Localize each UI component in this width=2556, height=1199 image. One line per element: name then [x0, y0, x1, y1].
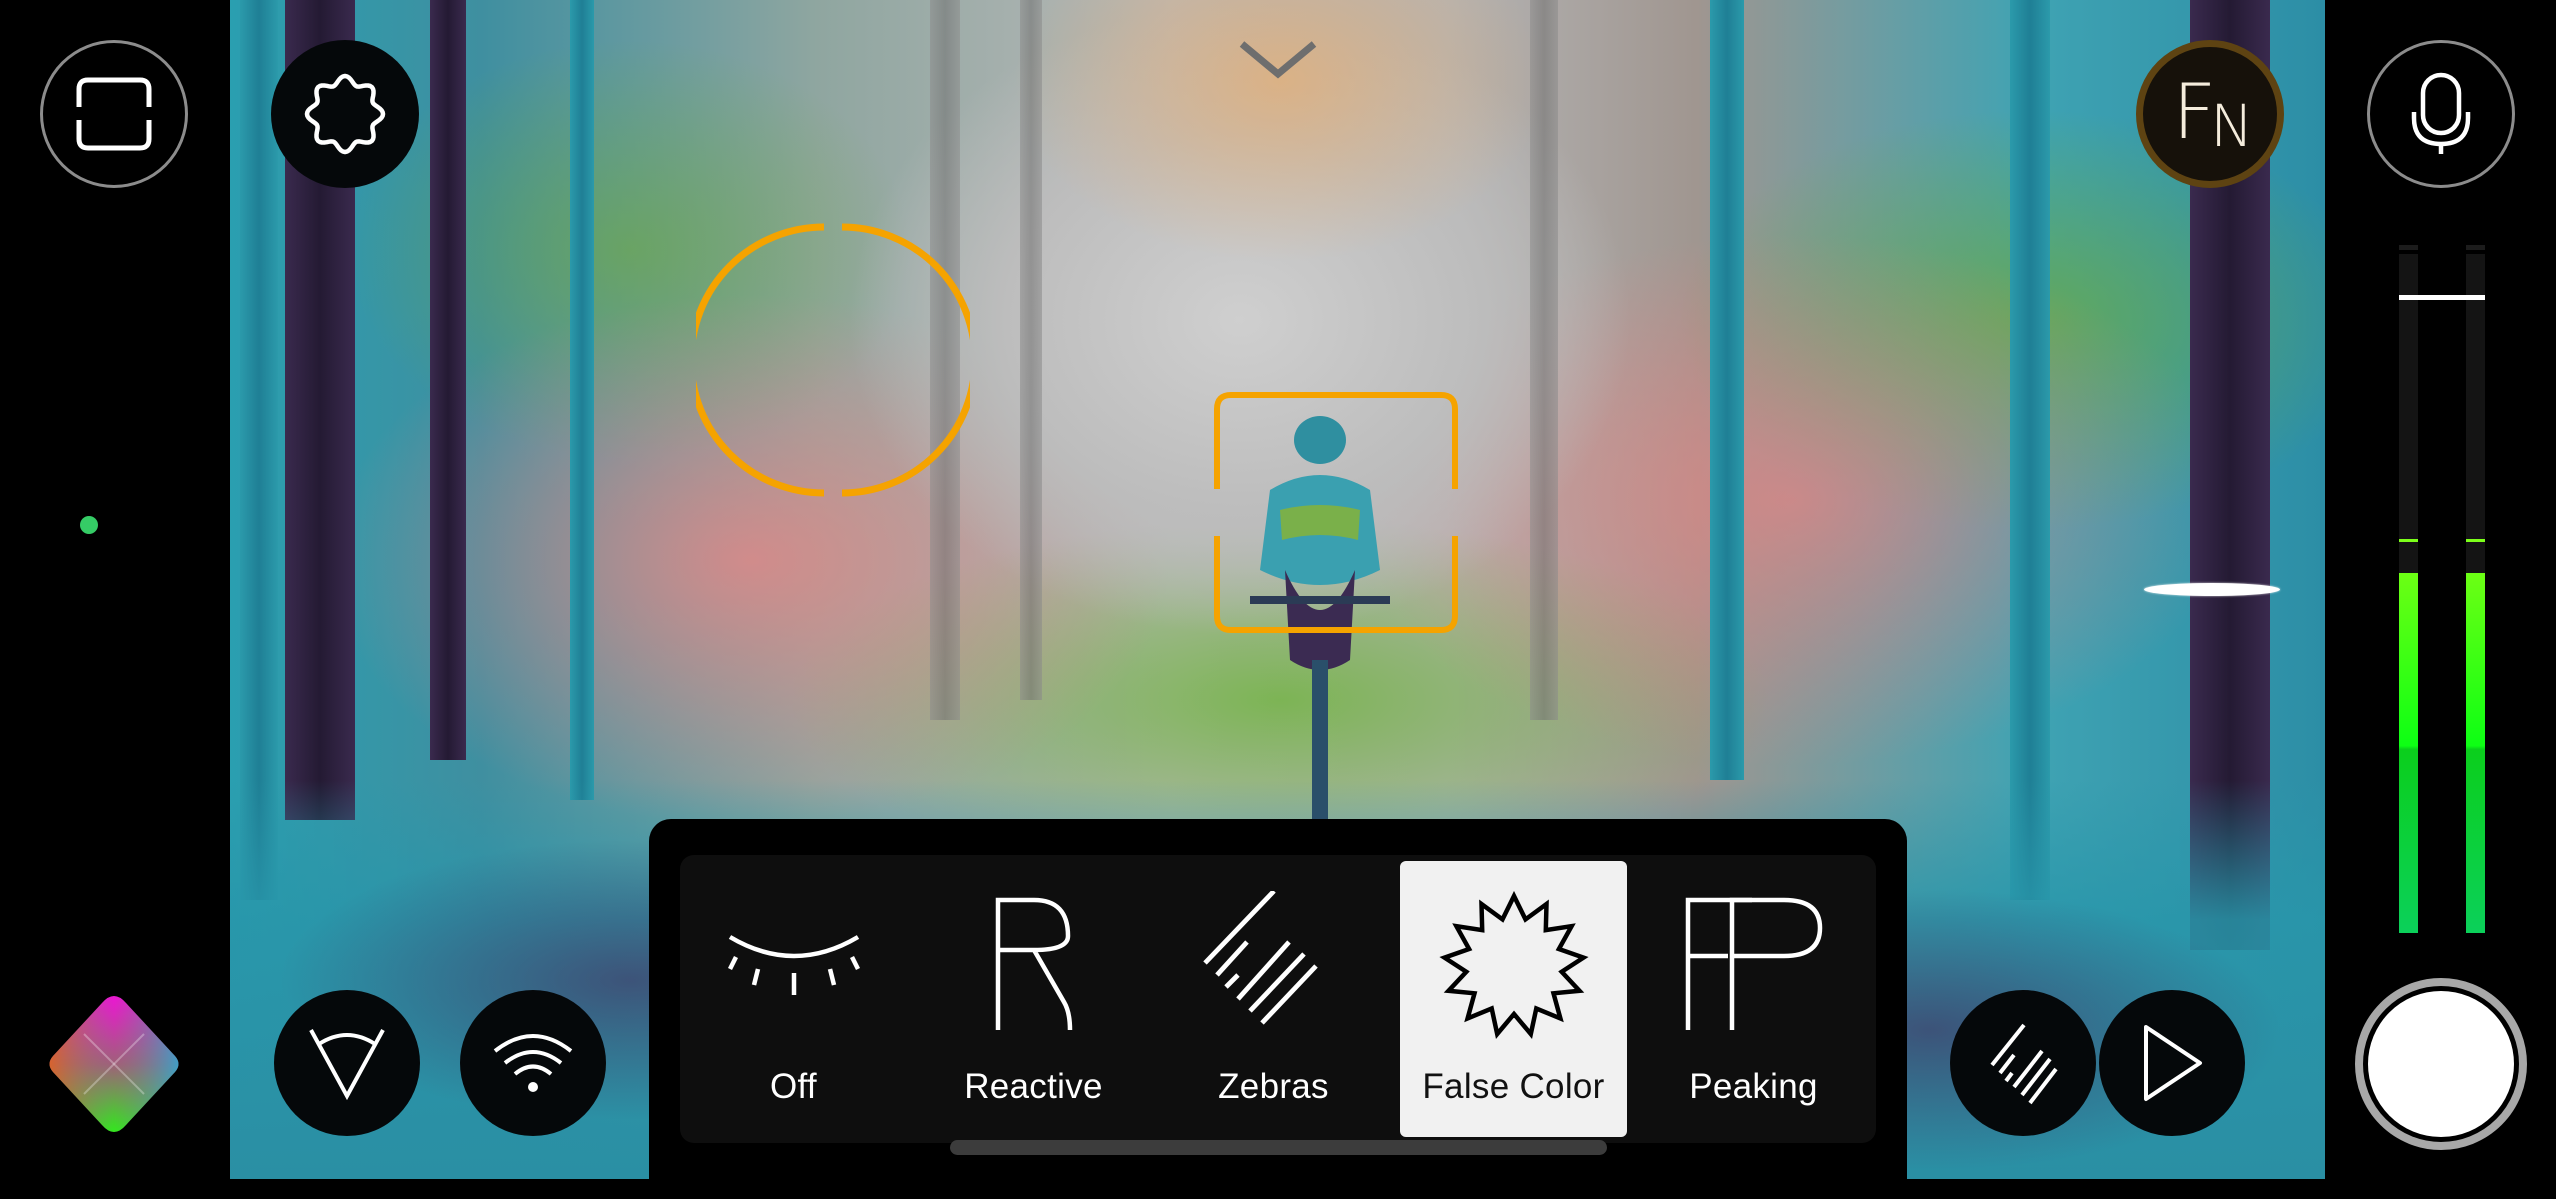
letters-fp-icon — [1685, 897, 1822, 1030]
audio-meter-right — [2466, 240, 2485, 933]
horizon-level-indicator — [2144, 583, 2280, 596]
tool-label: Off — [770, 1067, 817, 1106]
meter-peak — [2466, 539, 2485, 543]
tree-trunk — [1530, 0, 1558, 720]
settings-button[interactable] — [271, 40, 419, 188]
microphone-icon — [2411, 72, 2471, 154]
aspect-ratio-frame-icon — [76, 77, 152, 151]
playback-button[interactable] — [2099, 990, 2245, 1136]
play-icon — [2144, 1025, 2202, 1101]
audio-meter-left — [2399, 240, 2418, 933]
zebra-lines-icon — [1202, 891, 1318, 1025]
tree-trunk — [240, 0, 278, 900]
record-button[interactable] — [2355, 978, 2527, 1150]
tool-off[interactable]: Off — [680, 861, 907, 1137]
aspect-ratio-button[interactable] — [40, 40, 188, 188]
tool-false-color[interactable]: False Color — [1400, 861, 1627, 1137]
record-icon — [2368, 991, 2514, 1137]
tools-scrollbar[interactable] — [950, 1140, 1607, 1155]
microphone-button[interactable] — [2367, 40, 2515, 188]
field-of-view-icon — [309, 1029, 385, 1100]
tree-trunk — [430, 0, 466, 760]
starburst-icon — [1438, 891, 1589, 1039]
field-of-view-button[interactable] — [274, 990, 420, 1136]
audio-reference-line — [2399, 294, 2485, 300]
exposure-tools-panel: Off Reactive Zebras False Color Peaking — [649, 819, 1907, 1199]
color-diamond-icon[interactable] — [42, 992, 186, 1136]
fn-label: FN — [2172, 67, 2253, 160]
tool-label: Peaking — [1689, 1067, 1818, 1106]
exposure-reticle[interactable] — [696, 223, 970, 497]
tree-trunk — [1020, 0, 1042, 700]
zebra-lines-icon — [1990, 1023, 2058, 1105]
exposure-tools-button[interactable] — [1950, 990, 2096, 1136]
function-button[interactable]: FN — [2136, 40, 2284, 188]
tool-reactive[interactable]: Reactive — [920, 861, 1147, 1137]
tree-trunk — [1710, 0, 1744, 780]
gear-icon — [304, 73, 386, 155]
closed-eye-icon — [727, 935, 860, 995]
tool-label: False Color — [1422, 1067, 1605, 1106]
wifi-button[interactable] — [460, 990, 606, 1136]
status-indicator — [80, 516, 98, 534]
meter-fill — [2399, 573, 2418, 933]
audio-level-meters[interactable] — [2390, 240, 2495, 940]
tool-zebras[interactable]: Zebras — [1160, 861, 1387, 1137]
exposure-tools-strip: Off Reactive Zebras False Color Peaking — [680, 855, 1876, 1143]
tool-label: Reactive — [964, 1067, 1103, 1106]
focus-reticle[interactable] — [1213, 391, 1459, 634]
tree-trunk — [570, 0, 594, 800]
meter-peak — [2399, 539, 2418, 543]
meter-fill — [2466, 573, 2485, 933]
chevron-down-icon[interactable] — [1238, 40, 1318, 80]
wifi-icon — [493, 1034, 573, 1092]
tool-label: Zebras — [1218, 1067, 1329, 1106]
tool-peaking[interactable]: Peaking — [1640, 861, 1867, 1137]
letter-r-icon — [995, 897, 1072, 1031]
tree-trunk — [2010, 0, 2050, 900]
